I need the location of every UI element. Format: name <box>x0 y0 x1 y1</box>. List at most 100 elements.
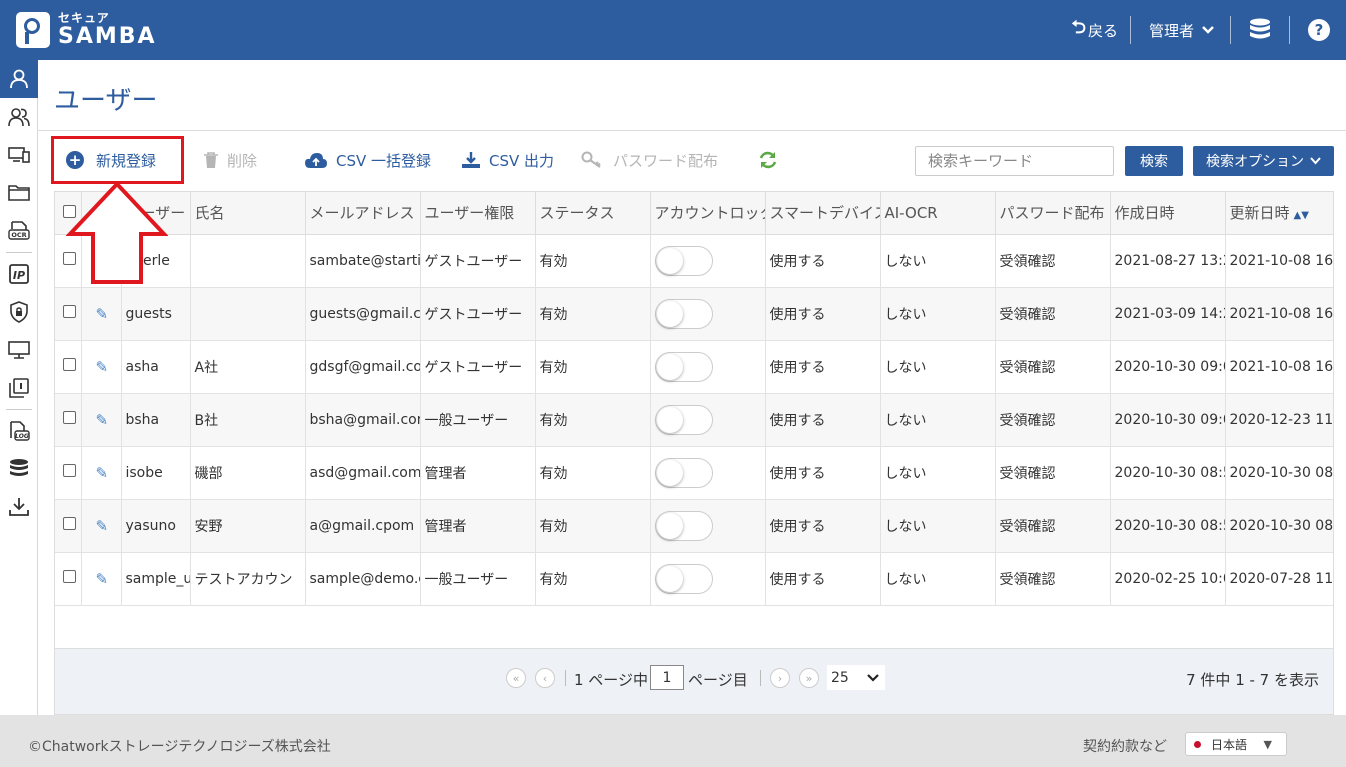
sidebar-item-security[interactable] <box>0 293 38 331</box>
delete-label: 削除 <box>227 151 258 170</box>
column-header-lock[interactable]: アカウントロック <box>650 192 766 235</box>
pencil-icon[interactable]: ✎ <box>96 464 109 482</box>
column-header-ocr[interactable]: AI-OCR <box>880 192 996 235</box>
next-page-button[interactable]: › <box>770 668 790 688</box>
column-header-device[interactable]: スマートデバイス <box>765 192 881 235</box>
pencil-icon[interactable]: ✎ <box>96 305 109 323</box>
row-checkbox-cell <box>55 287 82 341</box>
trash-icon <box>204 152 218 168</box>
table-row[interactable]: ✎ ashaA社gdsgf@gmail.comゲストユーザー有効 使用するしない受領… <box>55 340 1333 394</box>
column-header-name[interactable]: 氏名 <box>190 192 306 235</box>
pager-divider <box>760 670 761 686</box>
terms-link[interactable]: 契約約款など <box>1083 736 1167 756</box>
sidebar-item-folders[interactable] <box>0 174 38 212</box>
edit-cell: ✎ <box>81 340 122 394</box>
shield-icon <box>10 301 28 323</box>
sidebar-item-ip[interactable]: IP <box>0 255 38 293</box>
row-checkbox[interactable] <box>63 570 76 583</box>
dropdown-icon: ▼ <box>1263 737 1272 751</box>
table-row[interactable]: ✎ sample_u テストアカウン sample@demo.c 一般ユーザー 有効 使用す… <box>55 552 1333 606</box>
row-checkbox[interactable] <box>63 411 76 424</box>
page-number-input[interactable]: 1 <box>650 665 684 690</box>
sidebar-item-ocr[interactable]: OCR <box>0 212 38 250</box>
help-button[interactable]: ? <box>1290 16 1346 44</box>
account-lock-toggle[interactable] <box>654 563 713 594</box>
pencil-icon[interactable]: ✎ <box>96 358 109 376</box>
refresh-icon <box>759 151 777 169</box>
cell-updated: 2020-10-30 08:5 <box>1225 446 1333 500</box>
sidebar-item-storage[interactable] <box>0 450 38 488</box>
per-page-select[interactable]: 25 <box>827 665 885 690</box>
sidebar-item-copy[interactable] <box>0 369 38 407</box>
pencil-icon[interactable]: ✎ <box>96 517 109 535</box>
prev-page-button[interactable]: ‹ <box>535 668 555 688</box>
sidebar-item-logs[interactable]: LOG <box>0 412 38 450</box>
column-header-password[interactable]: パスワード配布 <box>995 192 1111 235</box>
pencil-icon[interactable]: ✎ <box>96 411 109 429</box>
table-row[interactable]: ✎peerlesambate@startiaゲストユーザー有効使用するしない受領… <box>55 234 1333 288</box>
cell-ocr: しない <box>880 287 996 341</box>
csv-import-button[interactable]: CSV 一括登録 <box>304 147 431 173</box>
search-button[interactable]: 検索 <box>1125 146 1183 176</box>
password-label: パスワード配布 <box>613 151 719 170</box>
column-header-email[interactable]: メールアドレス <box>305 192 421 235</box>
cell-ocr: しない <box>880 446 996 500</box>
table-row[interactable]: ✎ yasuno 安野 a@gmail.cpom 管理者 有効 使用する しない 受領確認 202… <box>55 499 1333 553</box>
search-options-button[interactable]: 検索オプション <box>1193 146 1334 176</box>
table-row[interactable]: ✎ isobe 磯部 asd@gmail.com 管理者 有効 使用する しない 受領確認 202… <box>55 446 1333 500</box>
row-checkbox[interactable] <box>63 517 76 530</box>
password-distribution-button[interactable]: パスワード配布 <box>581 147 718 173</box>
logo-icon <box>16 12 50 48</box>
chevron-down-icon <box>1202 26 1214 34</box>
csv-export-button[interactable]: CSV 出力 <box>461 147 554 173</box>
column-header-role[interactable]: ユーザー権限 <box>420 192 536 235</box>
refresh-button[interactable] <box>758 147 778 173</box>
account-lock-toggle[interactable] <box>654 351 713 382</box>
first-page-button[interactable]: « <box>506 668 526 688</box>
japan-flag-icon <box>1194 740 1201 748</box>
account-lock-toggle[interactable] <box>654 457 713 488</box>
language-select[interactable]: 日本語 ▼ <box>1185 732 1287 756</box>
last-page-button[interactable]: » <box>799 668 819 688</box>
sidebar-item-groups[interactable] <box>0 98 38 136</box>
sidebar-item-monitor[interactable] <box>0 331 38 369</box>
cell-user: isobe <box>121 446 191 500</box>
cell-device: 使用する <box>765 287 881 341</box>
cell-created: 2020-02-25 10:0 <box>1110 552 1226 606</box>
column-header-status[interactable]: ステータス <box>535 192 651 235</box>
table-row[interactable]: ✎ bsha B社 bsha@gmail.com 一般ユーザー 有効 使用する しない 受領確認… <box>55 393 1333 447</box>
cell-status: 有効 <box>535 234 651 288</box>
account-lock-toggle[interactable] <box>654 510 713 541</box>
search-input[interactable] <box>915 146 1114 176</box>
database-button[interactable] <box>1231 16 1289 44</box>
admin-menu[interactable]: 管理者 <box>1131 16 1230 44</box>
account-lock-toggle[interactable] <box>654 404 713 435</box>
row-checkbox[interactable] <box>63 464 76 477</box>
copy-icon <box>9 378 29 398</box>
row-checkbox[interactable] <box>63 358 76 371</box>
account-lock-toggle[interactable] <box>654 245 713 276</box>
database-icon <box>10 459 28 476</box>
sidebar-item-users[interactable] <box>0 60 38 98</box>
cell-role: 一般ユーザー <box>420 393 536 447</box>
back-button[interactable]: ⮌ 戻る <box>1060 16 1130 44</box>
delete-button[interactable]: 削除 <box>203 147 257 173</box>
logo[interactable]: セキュア SAMBA <box>16 12 157 48</box>
pencil-icon[interactable]: ✎ <box>96 570 109 588</box>
column-header-updated[interactable]: 更新日時 ▲▼ <box>1225 192 1333 235</box>
cell-email: guests@gmail.co <box>305 287 421 341</box>
cell-name <box>190 234 306 288</box>
sidebar-item-download[interactable] <box>0 488 38 526</box>
sidebar-item-devices[interactable] <box>0 136 38 174</box>
account-lock-toggle[interactable] <box>654 298 713 329</box>
cell-device: 使用する <box>765 393 881 447</box>
cell-updated: 2020-07-28 11:0 <box>1225 552 1333 606</box>
column-header-created[interactable]: 作成日時 <box>1110 192 1226 235</box>
cell-role: 管理者 <box>420 499 536 553</box>
page-title: ユーザー <box>54 86 158 116</box>
toolbar: + 新規登録 削除 CSV 一括登録 CSV 出力 パスワード配布 検索 検索オ… <box>38 131 1346 191</box>
cell-name: テストアカウン <box>190 552 306 606</box>
table-row[interactable]: ✎ guests guests@gmail.co ゲストユーザー 有効 使用する しない 受領… <box>55 287 1333 341</box>
row-checkbox[interactable] <box>63 305 76 318</box>
download-icon <box>462 152 480 168</box>
